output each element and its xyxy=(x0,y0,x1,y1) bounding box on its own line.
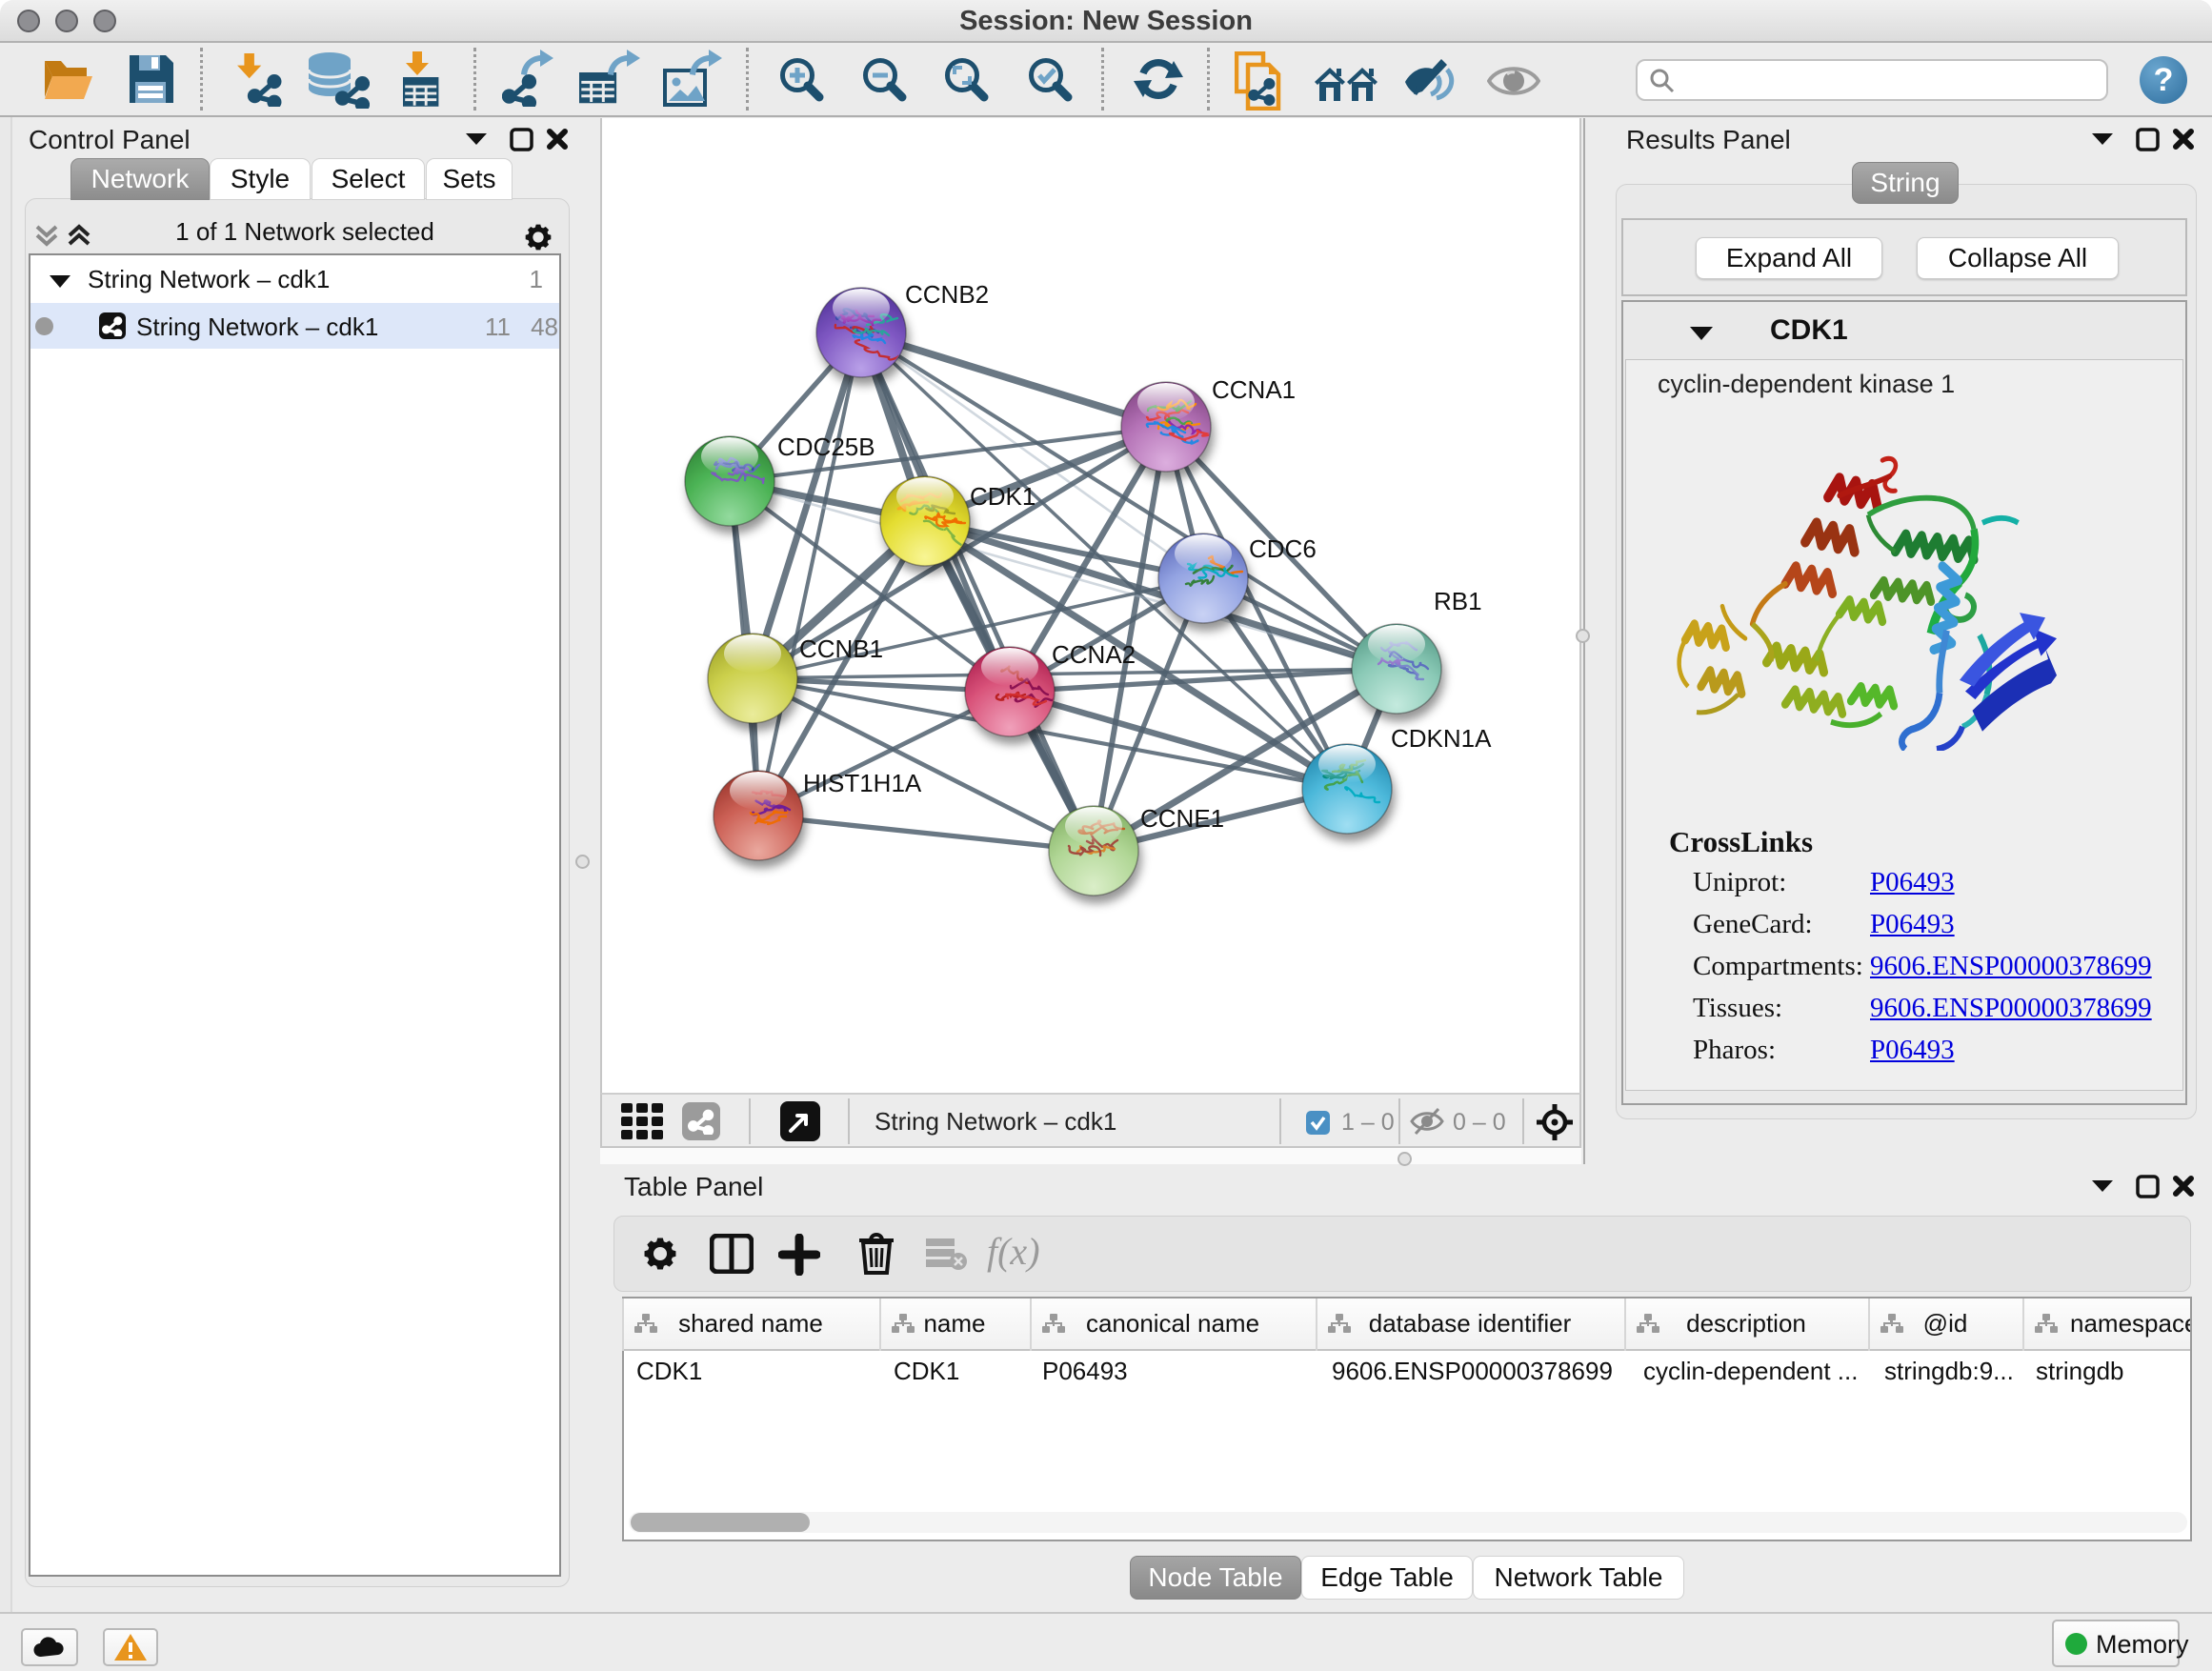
svg-text:CDKN1A: CDKN1A xyxy=(1391,724,1492,753)
svg-text:CCNB2: CCNB2 xyxy=(905,280,989,309)
svg-text:RB1: RB1 xyxy=(1434,587,1482,615)
svg-text:CDC6: CDC6 xyxy=(1249,534,1317,563)
svg-text:CCNB1: CCNB1 xyxy=(799,634,883,663)
svg-text:HIST1H1A: HIST1H1A xyxy=(803,769,922,797)
svg-text:CDK1: CDK1 xyxy=(970,482,1036,511)
svg-text:CCNA2: CCNA2 xyxy=(1052,640,1136,669)
svg-text:CDC25B: CDC25B xyxy=(777,433,875,461)
svg-text:CCNE1: CCNE1 xyxy=(1140,804,1224,833)
svg-text:CCNA1: CCNA1 xyxy=(1212,375,1296,404)
